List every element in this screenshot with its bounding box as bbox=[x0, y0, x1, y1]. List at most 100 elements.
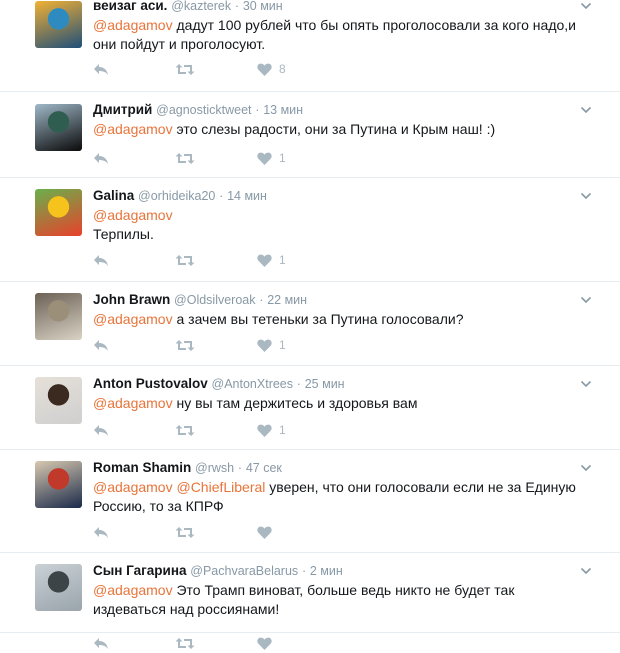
tweet-item: Сын Гагарина @PachvaraBelarus · 2 мин @ad… bbox=[0, 553, 620, 650]
more-menu-button[interactable] bbox=[580, 293, 592, 305]
like-button[interactable]: 8 bbox=[257, 62, 286, 76]
user-name[interactable]: Дмитрий bbox=[93, 102, 152, 117]
more-menu-button[interactable] bbox=[580, 564, 592, 576]
mention-link[interactable]: @adagamov bbox=[93, 311, 173, 327]
more-menu-button[interactable] bbox=[580, 103, 592, 115]
retweet-icon bbox=[175, 526, 195, 538]
tweet-item: Anton Pustovalov @AntonXtrees · 25 мин @a… bbox=[0, 366, 620, 450]
tweet-text-segment: это слезы радости, они за Путина и Крым … bbox=[172, 121, 496, 137]
timestamp[interactable]: 2 мин bbox=[310, 564, 343, 578]
tweet-content: веизаг аси. @kazterek · 30 мин @adagamov … bbox=[93, 0, 590, 54]
mention-link[interactable]: @adagamov bbox=[93, 395, 173, 411]
chevron-down-icon bbox=[580, 464, 592, 472]
avatar[interactable] bbox=[35, 377, 82, 424]
tweet-text-segment: ну вы там держитесь и здоровья вам bbox=[172, 395, 418, 411]
tweet-text-segment: Терпилы. bbox=[93, 226, 154, 242]
user-handle[interactable]: @rwsh bbox=[195, 461, 234, 475]
reply-button[interactable] bbox=[93, 254, 175, 267]
reply-button[interactable] bbox=[93, 63, 175, 76]
tweet-content: Roman Shamin @rwsh · 47 сек @adagamov @Ch… bbox=[93, 459, 590, 516]
mention-link[interactable]: @ChiefLiberal bbox=[176, 479, 265, 495]
user-handle[interactable]: @PachvaraBelarus bbox=[190, 564, 298, 578]
tweet-actions: 1 bbox=[93, 250, 286, 270]
retweet-button[interactable] bbox=[175, 637, 257, 650]
like-count: 1 bbox=[279, 151, 286, 165]
user-name[interactable]: веизаг аси. bbox=[93, 0, 167, 13]
reply-button[interactable] bbox=[93, 526, 175, 539]
avatar[interactable] bbox=[35, 1, 82, 48]
mention-link[interactable]: @adagamov bbox=[93, 479, 173, 495]
timestamp[interactable]: 14 мин bbox=[227, 189, 267, 203]
tweet-text: @adagamov Это Трамп виноват, больше ведь… bbox=[93, 581, 590, 619]
chevron-down-icon bbox=[580, 380, 592, 388]
user-name[interactable]: Сын Гагарина bbox=[93, 563, 187, 578]
like-count: 1 bbox=[279, 253, 286, 267]
tweet-header: Anton Pustovalov @AntonXtrees · 25 мин bbox=[93, 375, 590, 393]
timestamp[interactable]: 30 мин bbox=[243, 0, 283, 13]
tweet-actions: 1 bbox=[93, 335, 286, 355]
separator-dot: · bbox=[296, 377, 301, 391]
chevron-down-icon bbox=[580, 2, 592, 10]
avatar[interactable] bbox=[35, 461, 82, 508]
user-name[interactable]: Anton Pustovalov bbox=[93, 376, 208, 391]
tweet-content: Сын Гагарина @PachvaraBelarus · 2 мин @ad… bbox=[93, 562, 590, 619]
retweet-icon bbox=[175, 339, 195, 351]
timestamp[interactable]: 25 мин bbox=[305, 377, 345, 391]
reply-button[interactable] bbox=[93, 424, 175, 437]
retweet-button[interactable] bbox=[175, 526, 257, 539]
retweet-button[interactable] bbox=[175, 254, 257, 267]
user-name[interactable]: Galina bbox=[93, 188, 134, 203]
user-handle[interactable]: @agnosticktweet bbox=[156, 103, 251, 117]
like-button[interactable]: 1 bbox=[257, 151, 286, 165]
chevron-down-icon bbox=[580, 567, 592, 575]
avatar[interactable] bbox=[35, 293, 82, 340]
user-name[interactable]: John Brawn bbox=[93, 292, 170, 307]
more-menu-button[interactable] bbox=[580, 461, 592, 473]
mention-link[interactable]: @adagamov bbox=[93, 121, 173, 137]
like-button[interactable] bbox=[257, 526, 272, 539]
tweet-header: Galina @orhideika20 · 14 мин bbox=[93, 187, 590, 205]
tweet-item: Roman Shamin @rwsh · 47 сек @adagamov @Ch… bbox=[0, 450, 620, 553]
reply-icon bbox=[94, 254, 108, 266]
tweet-text: @adagamov @ChiefLiberal уверен, что они … bbox=[93, 478, 590, 516]
tweet-content: John Brawn @Oldsilveroak · 22 мин @adagam… bbox=[93, 291, 590, 329]
tweet-text: @adagamov это слезы радости, они за Пути… bbox=[93, 120, 590, 139]
mention-link[interactable]: @adagamov bbox=[93, 582, 173, 598]
tweet-item: John Brawn @Oldsilveroak · 22 мин @adagam… bbox=[0, 282, 620, 366]
user-name[interactable]: Roman Shamin bbox=[93, 460, 191, 475]
user-handle[interactable]: @AntonXtrees bbox=[212, 377, 293, 391]
like-button[interactable]: 1 bbox=[257, 338, 286, 352]
retweet-button[interactable] bbox=[175, 339, 257, 352]
user-handle[interactable]: @Oldsilveroak bbox=[174, 293, 255, 307]
tweet-actions: 8 bbox=[93, 59, 286, 79]
timestamp[interactable]: 22 мин bbox=[267, 293, 307, 307]
mention-link[interactable]: @adagamov bbox=[93, 207, 173, 223]
timestamp[interactable]: 47 сек bbox=[246, 461, 282, 475]
reply-button[interactable] bbox=[93, 637, 175, 650]
avatar[interactable] bbox=[35, 189, 82, 236]
separator-dot: · bbox=[255, 103, 260, 117]
retweet-button[interactable] bbox=[175, 152, 257, 165]
reply-button[interactable] bbox=[93, 339, 175, 352]
user-handle[interactable]: @kazterek bbox=[171, 0, 231, 13]
heart-icon bbox=[257, 424, 272, 437]
avatar[interactable] bbox=[35, 564, 82, 611]
mention-link[interactable]: @adagamov bbox=[93, 17, 173, 33]
tweet-content: Дмитрий @agnosticktweet · 13 мин @adagamo… bbox=[93, 101, 590, 139]
like-button[interactable]: 1 bbox=[257, 253, 286, 267]
tweet-actions bbox=[93, 522, 272, 542]
avatar[interactable] bbox=[35, 104, 82, 151]
like-button[interactable] bbox=[257, 637, 272, 650]
retweet-button[interactable] bbox=[175, 63, 257, 76]
retweet-button[interactable] bbox=[175, 424, 257, 437]
like-button[interactable]: 1 bbox=[257, 423, 286, 437]
tweet-actions: 1 bbox=[93, 148, 286, 168]
tweet-text: @adagamov а зачем вы тетеньки за Путина … bbox=[93, 310, 590, 329]
reply-button[interactable] bbox=[93, 152, 175, 165]
user-handle[interactable]: @orhideika20 bbox=[138, 189, 215, 203]
timestamp[interactable]: 13 мин bbox=[263, 103, 303, 117]
more-menu-button[interactable] bbox=[580, 0, 592, 11]
more-menu-button[interactable] bbox=[580, 377, 592, 389]
like-count: 8 bbox=[279, 62, 286, 76]
more-menu-button[interactable] bbox=[580, 189, 592, 201]
